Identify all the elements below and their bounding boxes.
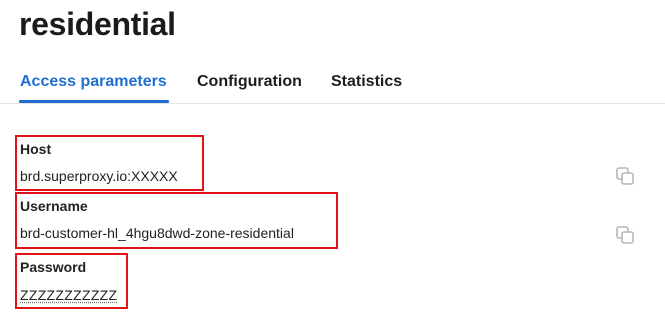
username-label: Username [20, 198, 88, 214]
password-value[interactable]: ZZZZZZZZZZZ [20, 287, 117, 303]
host-field: Host brd.superproxy.io:XXXXX [15, 135, 204, 191]
password-field: Password ZZZZZZZZZZZ [15, 253, 128, 309]
tab-access-parameters[interactable]: Access parameters [20, 73, 167, 91]
tab-configuration[interactable]: Configuration [197, 73, 302, 91]
copy-username-button[interactable] [614, 224, 636, 246]
page: residential Access parameters Configurat… [0, 0, 665, 314]
host-value[interactable]: brd.superproxy.io:XXXXX [20, 168, 178, 184]
password-label: Password [20, 259, 87, 275]
copy-icon [616, 226, 634, 244]
host-label: Host [20, 141, 52, 157]
copy-host-button[interactable] [614, 165, 636, 187]
tab-bar: Access parameters Configuration Statisti… [0, 66, 665, 104]
copy-icon [616, 167, 634, 185]
username-value[interactable]: brd-customer-hl_4hgu8dwd-zone-residentia… [20, 225, 294, 241]
username-field: Username brd-customer-hl_4hgu8dwd-zone-r… [15, 192, 338, 249]
active-tab-indicator [19, 100, 169, 103]
tab-statistics[interactable]: Statistics [331, 73, 402, 91]
page-title: residential [19, 6, 176, 42]
